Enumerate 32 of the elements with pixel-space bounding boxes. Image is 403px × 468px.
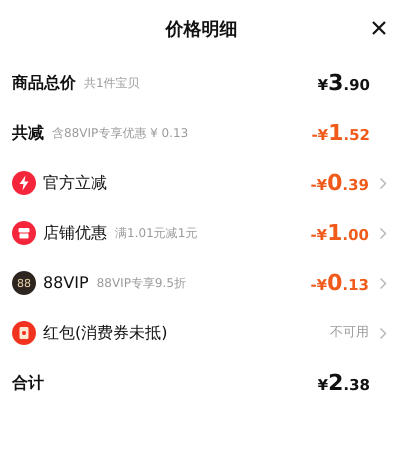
row-note: 88VIP专享9.5折 bbox=[96, 275, 186, 292]
row-label: 商品总价 bbox=[12, 72, 76, 94]
row-note: 含88VIP专享优惠 ¥ 0.13 bbox=[52, 125, 188, 142]
chevron-right-icon bbox=[379, 176, 387, 190]
chevron-right-icon bbox=[379, 326, 387, 340]
sheet-title: 价格明细 bbox=[166, 18, 238, 42]
vip-badge-icon: 88 bbox=[12, 271, 36, 295]
row-note: 满1.01元减1元 bbox=[115, 225, 198, 242]
chevron-right-icon bbox=[379, 276, 387, 290]
row-label: 店铺优惠 bbox=[43, 222, 107, 244]
price: -¥1.00 bbox=[310, 220, 369, 248]
price: ¥3.90 bbox=[318, 70, 370, 98]
discount-row[interactable]: 红包(消费券未抵) 不可用 bbox=[0, 308, 403, 358]
lightning-icon bbox=[12, 171, 36, 195]
chevron-right-icon bbox=[379, 226, 387, 240]
price: -¥1.52 bbox=[311, 120, 370, 148]
shop-icon bbox=[12, 221, 36, 245]
row-label: 共减 bbox=[12, 122, 44, 144]
price: -¥0.13 bbox=[310, 270, 369, 298]
row-label: 合计 bbox=[12, 372, 44, 394]
discount-row[interactable]: 88 88VIP 88VIP专享9.5折 -¥0.13 bbox=[0, 258, 403, 308]
discount-row[interactable]: 店铺优惠 满1.01元减1元 -¥1.00 bbox=[0, 208, 403, 258]
row-label: 红包(消费券未抵) bbox=[43, 322, 168, 344]
row-label: 88VIP bbox=[43, 272, 89, 294]
discount-row[interactable]: 官方立减 -¥0.39 bbox=[0, 158, 403, 208]
row-label: 官方立减 bbox=[43, 172, 107, 194]
close-icon bbox=[371, 20, 387, 36]
price: -¥0.39 bbox=[310, 170, 369, 198]
envelope-icon bbox=[12, 321, 36, 345]
status-text: 不可用 bbox=[330, 324, 369, 342]
row-note: 共1件宝贝 bbox=[84, 75, 140, 92]
price: ¥2.38 bbox=[318, 370, 370, 398]
